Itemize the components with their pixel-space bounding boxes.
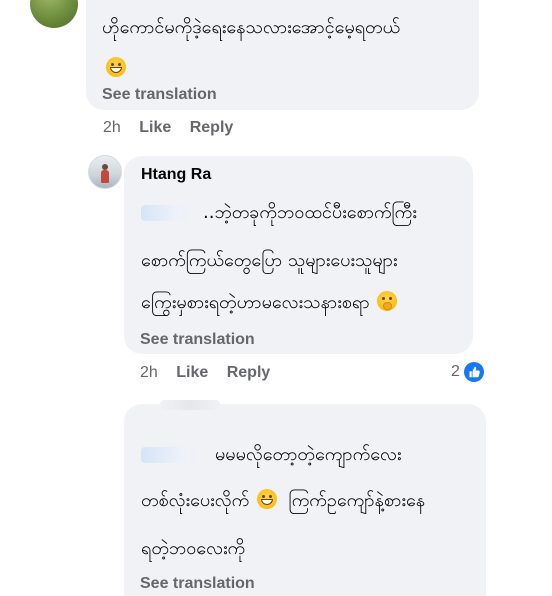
comment-actions: 2h Like Reply bbox=[140, 364, 270, 382]
comment-timestamp: 2h bbox=[140, 364, 158, 381]
reply-button[interactable]: Reply bbox=[227, 364, 271, 381]
comment-timestamp: 2h bbox=[103, 119, 121, 136]
see-translation-link[interactable]: See translation bbox=[102, 86, 217, 104]
grinning-face-emoji-icon bbox=[106, 57, 126, 77]
grinning-face-emoji-icon bbox=[256, 489, 277, 509]
like-button[interactable]: Like bbox=[176, 364, 208, 381]
comment-text-line: စောက်ကြယ်တွေပြော သူများပေးသူများ bbox=[141, 250, 398, 271]
comment-emoji-line bbox=[104, 57, 128, 78]
reaction-summary[interactable]: 2 bbox=[451, 362, 484, 382]
redacted-mention[interactable] bbox=[141, 205, 199, 221]
comment-text-line: ဟိုကောင်မကိုဒဲ့ရေးနေသလားအောင့်မေ့ရတယ် bbox=[102, 17, 401, 38]
see-translation-link[interactable]: See translation bbox=[140, 331, 255, 349]
commenter-avatar[interactable] bbox=[30, 0, 78, 28]
comment-text-line: တစ်လုံးပေးလိုက် ကြက်ဥကျော်နဲ့စားနေ bbox=[141, 489, 426, 511]
redacted-mention[interactable] bbox=[141, 447, 211, 463]
comment-text-line: ..ဘဲ့တခုကိုဘဝထင်ပီးစောက်ကြီး bbox=[141, 201, 417, 225]
like-reaction-icon bbox=[463, 362, 484, 382]
reaction-count: 2 bbox=[451, 363, 460, 380]
comment-text-line: ရတဲ့ဘဝလေးကို bbox=[141, 538, 246, 559]
reply-button[interactable]: Reply bbox=[190, 119, 234, 136]
comment-text-line: မမမလိုတော့တဲ့ကျောက်လေး bbox=[141, 443, 401, 467]
comment-bubble: ဟိုကောင်မကိုဒဲ့ရေးနေသလားအောင့်မေ့ရတယ် Se… bbox=[86, 0, 479, 110]
face-with-hand-over-mouth-emoji-icon bbox=[377, 291, 398, 311]
comment-text-line: ကြွေးမှစားရတဲ့ဟာမလေးသနားစရာ bbox=[141, 291, 399, 315]
commenter-name[interactable]: Htang Ra bbox=[141, 166, 211, 184]
see-translation-link[interactable]: See translation bbox=[140, 575, 255, 593]
commenter-avatar[interactable] bbox=[88, 155, 122, 189]
redacted-author-name bbox=[160, 400, 220, 410]
like-button[interactable]: Like bbox=[139, 119, 171, 136]
comment-actions: 2h Like Reply bbox=[103, 119, 233, 137]
